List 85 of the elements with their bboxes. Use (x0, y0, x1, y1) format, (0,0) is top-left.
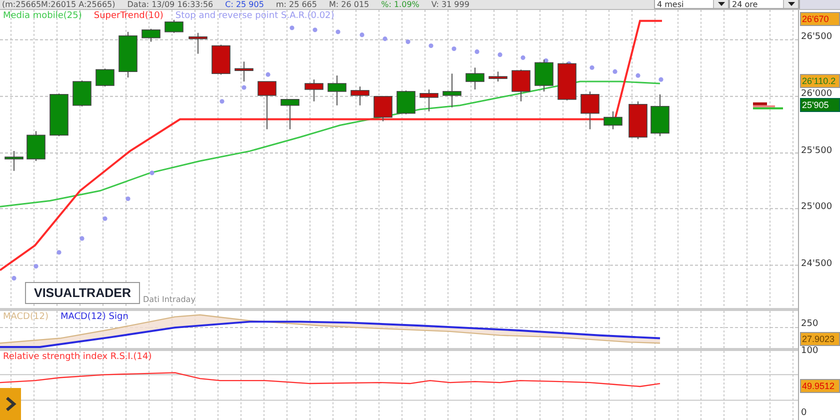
info-text: %: 1.09% (381, 0, 420, 9)
candlestick (26, 130, 46, 162)
candlestick (534, 59, 554, 92)
candlestick (604, 110, 622, 130)
sar-dot (452, 46, 456, 52)
source-label: Dati Intraday (143, 295, 196, 304)
candlestick (212, 44, 230, 76)
legend-label: SuperTrend(10) (94, 11, 164, 22)
legend-label: Relative strength index R.S.I.(14) (3, 352, 152, 363)
axis-label: 26'000 (801, 89, 832, 100)
info-text: M: 26 015 (328, 0, 370, 9)
sar-dot (290, 26, 294, 30)
sar-dot (520, 55, 526, 60)
candlestick (280, 98, 300, 130)
price-tag: 49.9512 (800, 379, 840, 393)
sar-dot (336, 30, 340, 34)
sar-dot (428, 43, 434, 48)
candlestick (488, 71, 508, 82)
candlestick (558, 62, 576, 101)
candlestick (420, 88, 438, 112)
price-tag: 26'110.2 (800, 74, 840, 88)
candlestick (374, 96, 392, 122)
candlestick (442, 73, 462, 108)
info-text: V: 31 999 (431, 0, 470, 9)
sar-dot (474, 49, 480, 54)
price-tag: 26'670 (800, 12, 840, 26)
candlestick (188, 32, 208, 54)
sar-dot (102, 216, 108, 221)
candlestick (234, 61, 254, 82)
candlestick (96, 68, 114, 87)
candlestick (580, 90, 600, 130)
sar-dot (636, 73, 640, 78)
axis-label: 24'500 (801, 259, 832, 270)
sar-dot (658, 77, 664, 82)
candlestick (350, 86, 370, 106)
sar-dot (80, 236, 84, 241)
sar-dot (220, 99, 224, 104)
logo: VISUALTRADER (25, 282, 140, 304)
sar-dot (382, 36, 388, 42)
sar-dot (150, 170, 154, 176)
legend-label: MACD(12) (3, 312, 48, 323)
sar-dot (312, 28, 318, 32)
info-text: C: 25 905 (225, 0, 264, 9)
candlestick (396, 90, 416, 115)
axis-label: 250 (801, 319, 818, 330)
axis-label: 25'000 (801, 202, 832, 213)
candlestick (328, 75, 346, 106)
candlestick (466, 67, 484, 90)
expand-button[interactable] (0, 388, 21, 420)
candlestick (650, 94, 670, 137)
sar-dot (406, 40, 410, 44)
sar-dot (498, 52, 502, 57)
sar-dot (266, 72, 270, 77)
sar-dot (360, 32, 364, 38)
candlestick (50, 92, 68, 137)
sar-dot (612, 69, 618, 74)
axis-label: 0 (801, 408, 807, 419)
candlestick (258, 81, 276, 130)
legend-label: Media mobile(25) (3, 11, 82, 22)
candlestick (118, 31, 138, 78)
candlestick (142, 28, 160, 42)
sar-dot (56, 250, 62, 255)
info-text: m: 25 665 (276, 0, 317, 9)
candlestick (164, 19, 184, 34)
sar-dot (12, 276, 16, 280)
price-tag: 25'905 (800, 98, 840, 112)
sar-dot (126, 196, 130, 202)
price-tag: 27.9023 (800, 332, 840, 346)
chevron-right-icon (4, 397, 16, 411)
candlestick (512, 69, 530, 102)
axis-label: 100 (801, 346, 818, 357)
sar-dot (590, 65, 594, 70)
legend-label: MACD(12) Sign (60, 312, 128, 323)
info-text: (m:25665M:26015 A:25665) (2, 0, 116, 9)
candlestick (304, 79, 324, 102)
candlestick (4, 150, 24, 172)
candlestick (628, 100, 648, 140)
order-book-bars-drawing (753, 102, 783, 110)
info-text: Data: 13/09 16:33:56 (127, 0, 214, 9)
sar-dot (242, 85, 246, 90)
axis-label: 25'500 (801, 146, 832, 157)
legend-label: Stop and reverse point S.A.R.(0.02) (175, 11, 334, 22)
axis-label: 26'500 (801, 32, 832, 43)
sar-dot (34, 264, 38, 269)
candlestick (72, 80, 92, 107)
